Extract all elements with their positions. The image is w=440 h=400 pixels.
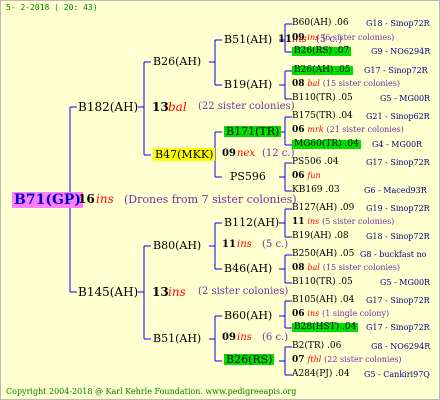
l3-num-2: 09 [222,148,236,159]
l4-queen-14[interactable]: B19(AH) .08 [292,232,349,241]
l1-code-1: ins [168,285,186,299]
l4-queen-6[interactable]: B175(TR) .04 [292,112,353,121]
header-date: 5- 2-2018 ( 20: 43) [6,3,98,12]
l4-queen-9[interactable]: PS506 .04 [292,158,339,167]
l4-queen-2[interactable]: B26(RS) .07 [292,47,352,56]
l3-queen-2[interactable]: B171(TR) [224,126,282,137]
l4-queen-21[interactable]: B2(TR) .06 [292,342,341,351]
l4-ref-18: G17 - Sinop72R [366,296,430,305]
l2-queen-0[interactable]: B26(AH) [153,56,201,67]
l4-queen-11[interactable]: KB169 .03 [292,186,340,195]
l4-sire-19: 06 ins (1 single colony) [292,309,390,319]
l3-queen-3[interactable]: PS596 [230,171,266,182]
footer-copyright: Copyright 2004-2018 @ Karl Kehrle Founda… [6,387,297,396]
l2-queen-2[interactable]: B80(AH) [153,240,201,251]
l4-sire-16: 08 bal (15 sister colonies) [292,263,401,273]
l3-code-6: ins [237,332,252,343]
l4-queen-15[interactable]: B250(AH) .05 [292,250,354,259]
l3-num-0: 11 [278,34,292,45]
l4-queen-12[interactable]: B127(AH) .09 [292,204,354,213]
l3-code-2: nex [237,148,255,159]
l4-ref-8: G4 - MG00R [372,140,423,149]
l1-queen-0[interactable]: B182(AH) [78,101,138,113]
l1-note-1: (2 sister colonies) [198,286,289,297]
l4-ref-20: G17 - Sinop72R [366,323,430,332]
root-num: 16 [78,192,95,206]
l4-queen-23[interactable]: A284(PJ) .04 [292,370,350,379]
l4-queen-8[interactable]: MG60(TR) .04 [292,140,361,149]
l1-num-1: 13 [152,285,169,299]
l4-ref-15: G8 - buckfast no [360,250,427,259]
l3-queen-1[interactable]: B19(AH) [224,79,272,90]
l1-queen-1[interactable]: B145(AH) [78,286,138,298]
l3-queen-6[interactable]: B60(AH) [224,310,272,321]
l3-queen-0[interactable]: B51(AH) [224,34,272,45]
l4-ref-2: G9 - NO6294R [371,47,431,56]
l4-ref-5: G5 - MG00R [380,94,431,103]
l1-note-0: (22 sister colonies) [198,101,295,112]
l4-ref-23: G5 - Cankiri97Q [364,370,430,379]
l2-queen-1[interactable]: B47(MKK) [153,148,216,161]
l3-queen-5[interactable]: B46(AH) [224,263,272,274]
l4-sire-4: 08 bal (15 sister colonies) [292,79,401,89]
l4-ref-3: G17 - Sinop72R [364,66,428,75]
l4-ref-0: G18 - Sinop72R [366,19,430,28]
l4-ref-12: G19 - Sinop72R [366,204,430,213]
l4-ref-14: G18 - Sinop72R [366,232,430,241]
l4-ref-11: G6 - Maced93R [364,186,427,195]
l3-note-4: (5 c.) [262,239,289,250]
root-queen[interactable]: B71(GP) [12,192,84,208]
l4-ref-9: G17 - Sinop72R [366,158,430,167]
l3-note-2: (12 c.) [262,148,295,159]
l4-queen-5[interactable]: B110(TR) .05 [292,94,353,103]
root-code: ins [96,192,114,206]
l3-queen-4[interactable]: B112(AH) [224,217,279,228]
l1-code-0: bal [168,100,187,114]
l4-sire-22: 07 fthl (22 sister colonies) [292,355,402,365]
l4-queen-17[interactable]: B110(TR) .05 [292,278,353,287]
l3-code-4: ins [237,239,252,250]
l4-queen-20[interactable]: B28(HST) .04 [292,323,359,332]
l4-sire-10: 06 fun [292,171,321,181]
l4-sire-13: 11 ins (5 sister colonies) [292,217,395,227]
l3-num-4: 11 [222,239,236,250]
l4-sire-7: 06 mrk (21 sister colonies) [292,125,404,135]
l4-ref-21: G8 - NO6294R [371,342,431,351]
l4-queen-3[interactable]: B26(AH) .05 [292,66,353,75]
l2-queen-3[interactable]: B51(AH) [153,333,201,344]
l3-num-6: 09 [222,332,236,343]
l4-sire-1: 09 ins (6 sister colonies) [292,33,395,43]
l4-queen-0[interactable]: B60(AH) .06 [292,19,349,28]
root-note: (Drones from 7 sister colonies) [124,193,297,206]
l3-queen-7[interactable]: B26(RS) [224,354,275,365]
l1-num-0: 13 [152,100,169,114]
l4-ref-17: G5 - MG00R [380,278,431,287]
l4-queen-18[interactable]: B105(AH) .04 [292,296,354,305]
l3-note-6: (6 c.) [262,332,289,343]
l4-ref-6: G21 - Sinop62R [366,112,430,121]
